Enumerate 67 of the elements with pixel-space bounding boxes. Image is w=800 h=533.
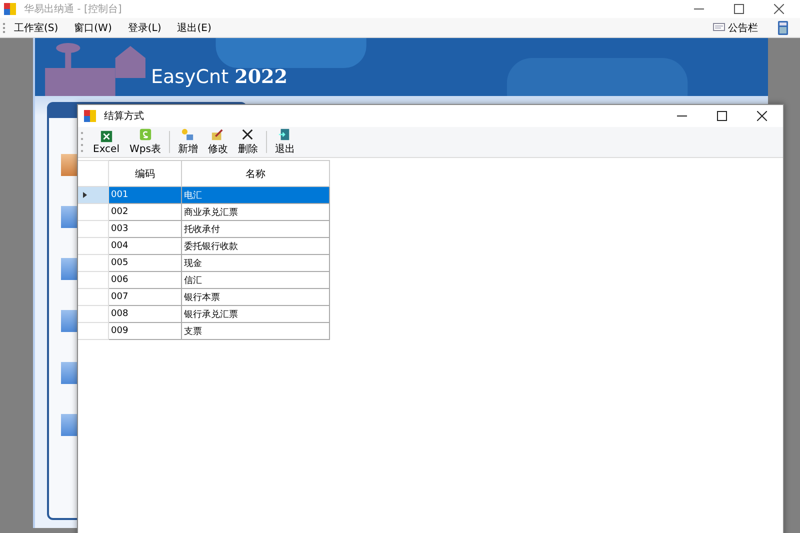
- row-header: [78, 306, 108, 322]
- table-cell: 银行本票: [182, 288, 330, 306]
- table-cell: 商业承兑汇票: [182, 204, 330, 220]
- menu-item[interactable]: 登录(L): [128, 20, 162, 34]
- menu-item[interactable]: 退出(E): [177, 20, 212, 34]
- column-header[interactable]: 编码: [108, 160, 182, 186]
- app-icon: [4, 3, 16, 15]
- edit-button[interactable]: 修改: [202, 128, 233, 156]
- add-button[interactable]: 新增: [172, 128, 203, 156]
- close-icon[interactable]: [757, 111, 767, 121]
- table-cell: 银行承兑汇票: [182, 306, 330, 322]
- table-cell: 001: [108, 186, 182, 204]
- edit-icon: [211, 128, 224, 141]
- wps-button[interactable]: Wps表: [124, 128, 166, 156]
- table-cell: 004: [108, 238, 182, 254]
- table-cell: 支票: [182, 322, 330, 340]
- maximize-icon[interactable]: [717, 111, 727, 121]
- window-title: 华易出纳通 - [控制台]: [24, 2, 122, 16]
- excel-button[interactable]: Excel: [88, 130, 124, 154]
- table-cell: 008: [108, 306, 182, 322]
- menu-item[interactable]: 工作室(S): [14, 20, 58, 34]
- table-cell: 007: [108, 288, 182, 306]
- row-pointer-icon: [83, 192, 87, 198]
- banner-title: EasyCnt 2022: [151, 66, 288, 88]
- table-cell: 005: [108, 254, 182, 272]
- child-title: 结算方式: [104, 110, 144, 123]
- table-row[interactable]: 007 银行本票: [78, 288, 330, 306]
- row-header: [78, 220, 108, 238]
- column-header[interactable]: 名称: [182, 160, 330, 186]
- message-icon: [713, 22, 725, 32]
- delete-button[interactable]: 删除: [232, 128, 263, 156]
- table-cell: 委托银行收款: [182, 238, 330, 254]
- grip-icon: [3, 22, 6, 34]
- table-cell: 信汇: [182, 272, 330, 288]
- row-header: [78, 238, 108, 254]
- exit-icon: [278, 128, 292, 141]
- notice-button[interactable]: 公告栏: [713, 20, 758, 34]
- row-header: [78, 272, 108, 288]
- row-header: [78, 204, 108, 220]
- table-row[interactable]: 005 现金: [78, 254, 330, 272]
- row-header: [78, 288, 108, 306]
- table-row[interactable]: 001 电汇: [78, 186, 330, 204]
- delete-icon: [241, 128, 254, 141]
- row-header: [78, 322, 108, 340]
- table-cell: 009: [108, 322, 182, 340]
- table-row[interactable]: 004 委托银行收款: [78, 238, 330, 254]
- table-cell: 003: [108, 220, 182, 238]
- form-icon: [84, 110, 96, 122]
- table-cell: 现金: [182, 254, 330, 272]
- maximize-icon[interactable]: [734, 4, 744, 14]
- table-row[interactable]: 009 支票: [78, 322, 330, 340]
- exit-button[interactable]: 退出: [270, 128, 300, 156]
- row-header: [78, 254, 108, 272]
- calculator-icon[interactable]: [778, 20, 788, 34]
- add-icon: [181, 128, 194, 141]
- table-cell: 006: [108, 272, 182, 288]
- table-cell: 电汇: [182, 186, 330, 204]
- menu-item[interactable]: 窗口(W): [74, 20, 112, 34]
- table-cell: 托收承付: [182, 220, 330, 238]
- table-row[interactable]: 008 银行承兑汇票: [78, 306, 330, 322]
- table-cell: 002: [108, 204, 182, 220]
- excel-icon: [100, 130, 113, 142]
- table-row[interactable]: 003 托收承付: [78, 220, 330, 238]
- table-row[interactable]: 002 商业承兑汇票: [78, 204, 330, 220]
- grip-icon: [81, 130, 84, 154]
- table-row[interactable]: 006 信汇: [78, 272, 330, 288]
- close-icon[interactable]: [774, 4, 784, 14]
